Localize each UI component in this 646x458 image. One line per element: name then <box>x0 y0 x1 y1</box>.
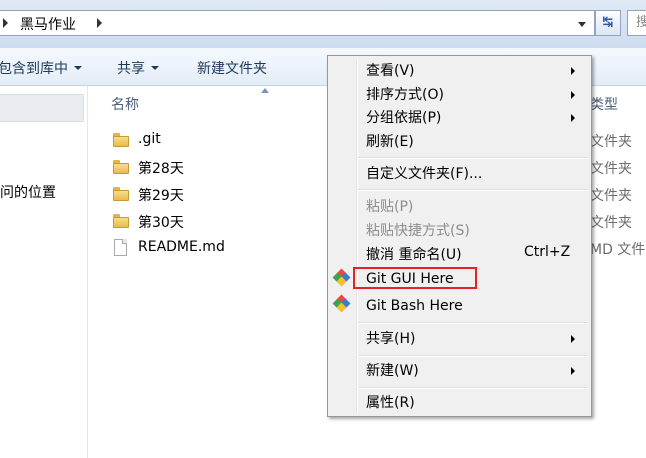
folder-icon <box>113 133 129 147</box>
search-input[interactable]: 搜 <box>627 10 646 36</box>
menu-icon-gutter <box>356 58 358 414</box>
share-label: 共享 <box>117 61 145 77</box>
git-bash-icon <box>332 294 351 313</box>
menu-item-paste-shortcut: 粘贴快捷方式(S) <box>366 223 470 239</box>
annotation-highlight-box <box>353 267 477 289</box>
submenu-arrow-icon <box>571 114 575 122</box>
file-row[interactable]: README.md <box>113 238 323 260</box>
file-row[interactable]: 第30天 <box>113 211 323 233</box>
menu-item-properties[interactable]: 属性(R) <box>366 392 586 414</box>
menu-item-git-bash-here[interactable]: Git Bash Here <box>366 295 586 317</box>
file-row[interactable]: 第28天 <box>113 157 323 179</box>
submenu-arrow-icon <box>571 91 575 99</box>
file-name: .git <box>138 131 161 147</box>
refresh-button[interactable]: ↹ <box>595 10 621 36</box>
file-name: README.md <box>138 239 225 255</box>
menu-item-customize-folder[interactable]: 自定义文件夹(F)... <box>366 163 586 185</box>
refresh-icon: ↹ <box>602 15 614 30</box>
file-type-cell: MD 文件 <box>590 242 646 258</box>
column-header-name[interactable]: 名称 <box>111 94 139 114</box>
file-name: 第30天 <box>138 215 184 231</box>
menu-item-sort-by[interactable]: 排序方式(O) <box>366 84 586 106</box>
address-bar-area: 黑马作业 ↹ 搜 <box>0 0 646 48</box>
undo-shortcut-label: Ctrl+Z <box>524 244 571 260</box>
file-name: 第28天 <box>138 161 184 177</box>
include-in-library-label: 包含到库中 <box>0 61 68 77</box>
breadcrumb-separator-icon[interactable] <box>3 18 8 28</box>
column-header-type[interactable]: 类型 <box>590 94 618 114</box>
chevron-down-icon <box>74 66 82 70</box>
file-row[interactable]: .git <box>113 130 323 152</box>
file-type-cell: 文件夹 <box>590 215 632 231</box>
nav-selected-item[interactable] <box>0 94 84 122</box>
menu-separator <box>358 355 588 357</box>
folder-icon <box>113 187 129 201</box>
file-row[interactable]: 第29天 <box>113 184 323 206</box>
new-folder-label: 新建文件夹 <box>197 61 267 77</box>
menu-item-new[interactable]: 新建(W) <box>366 360 586 382</box>
document-icon <box>114 239 127 256</box>
include-in-library-button[interactable]: 包含到库中 <box>0 58 82 78</box>
chevron-down-icon <box>151 66 159 70</box>
file-name: 第29天 <box>138 188 184 204</box>
breadcrumb-expand-icon[interactable] <box>97 18 102 28</box>
submenu-arrow-icon <box>571 367 575 375</box>
file-type-cell: 文件夹 <box>590 188 632 204</box>
address-history-dropdown[interactable] <box>573 17 591 31</box>
navigation-pane: 问的位置 <box>0 86 88 458</box>
menu-item-paste: 粘贴(P) <box>366 199 414 215</box>
git-gui-icon <box>332 268 351 287</box>
nav-item-recent-places[interactable]: 问的位置 <box>0 182 56 202</box>
menu-item-share[interactable]: 共享(H) <box>366 328 586 350</box>
menu-separator <box>358 387 588 389</box>
menu-item-refresh[interactable]: 刷新(E) <box>366 131 586 153</box>
menu-separator <box>358 157 588 159</box>
menu-separator <box>358 189 588 191</box>
breadcrumb-current-folder[interactable]: 黑马作业 <box>20 14 76 34</box>
menu-separator <box>358 322 588 324</box>
submenu-arrow-icon <box>571 335 575 343</box>
new-folder-button[interactable]: 新建文件夹 <box>197 58 267 78</box>
share-button[interactable]: 共享 <box>117 58 159 78</box>
folder-icon <box>113 160 129 174</box>
file-type-cell: 文件夹 <box>590 134 632 150</box>
context-menu: 查看(V) 排序方式(O) 分组依据(P) 刷新(E) 自定义文件夹(F)...… <box>327 55 592 417</box>
file-type-cell: 文件夹 <box>590 161 632 177</box>
menu-item-view[interactable]: 查看(V) <box>366 60 586 82</box>
menu-item-group-by[interactable]: 分组依据(P) <box>366 107 586 129</box>
address-bar[interactable]: 黑马作业 <box>0 10 595 36</box>
submenu-arrow-icon <box>571 67 575 75</box>
sort-ascending-icon <box>261 88 269 93</box>
folder-icon <box>113 214 129 228</box>
